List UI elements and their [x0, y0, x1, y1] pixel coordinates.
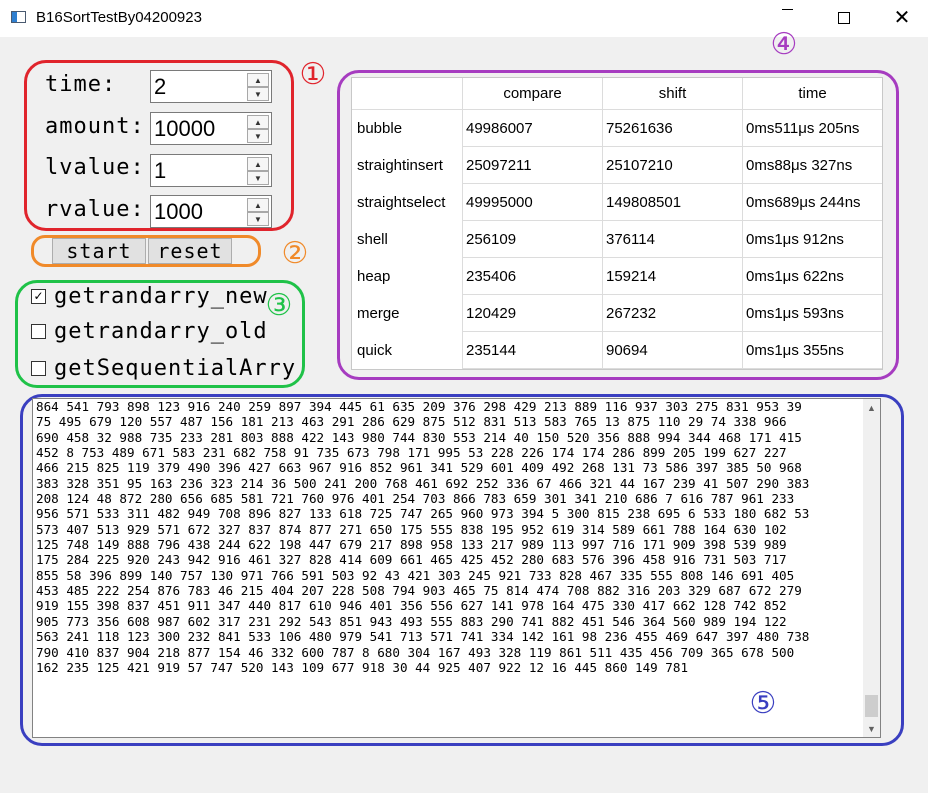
- rvalue-spinbox[interactable]: 1000 ▲ ▼: [150, 195, 272, 228]
- annotation-number-3: ③: [265, 288, 293, 323]
- cell-compare[interactable]: 235144: [463, 332, 603, 369]
- table-row: merge 120429 267232 0ms1μs 593ns: [352, 295, 882, 332]
- cell-time[interactable]: 0ms1μs 622ns: [743, 258, 882, 295]
- lvalue-spinbox[interactable]: 1 ▲ ▼: [150, 154, 272, 187]
- rvalue-label: rvalue:: [45, 197, 145, 222]
- time-decrement-button[interactable]: ▼: [247, 87, 269, 101]
- scrollbar-thumb[interactable]: [865, 695, 878, 717]
- annotation-number-1: ①: [299, 57, 327, 92]
- cell-time[interactable]: 0ms88μs 327ns: [743, 147, 882, 184]
- option-getsequentialarry[interactable]: getSequentialArry: [31, 356, 296, 381]
- cell-shift[interactable]: 75261636: [603, 110, 743, 147]
- table-row: straightselect 49995000 149808501 0ms689…: [352, 184, 882, 221]
- option-label: getrandarry_new: [54, 284, 268, 309]
- row-header: shell: [352, 221, 463, 258]
- time-increment-button[interactable]: ▲: [247, 73, 269, 87]
- app-window-icon: [11, 11, 26, 23]
- table-row: heap 235406 159214 0ms1μs 622ns: [352, 258, 882, 295]
- cell-time[interactable]: 0ms511μs 205ns: [743, 110, 882, 147]
- lvalue-label: lvalue:: [45, 155, 145, 180]
- annotation-number-2: ②: [281, 236, 309, 271]
- time-value[interactable]: 2: [154, 74, 166, 100]
- cell-compare[interactable]: 49986007: [463, 110, 603, 147]
- rvalue-decrement-button[interactable]: ▼: [247, 212, 269, 226]
- lvalue-decrement-button[interactable]: ▼: [247, 171, 269, 185]
- maximize-icon: [838, 11, 850, 24]
- checkbox[interactable]: [31, 324, 46, 339]
- cell-shift[interactable]: 159214: [603, 258, 743, 295]
- row-header: straightselect: [352, 184, 463, 221]
- row-header: quick: [352, 332, 463, 369]
- cell-time[interactable]: 0ms1μs 912ns: [743, 221, 882, 258]
- window-title: B16SortTestBy04200923: [36, 9, 202, 26]
- lvalue-increment-button[interactable]: ▲: [247, 157, 269, 171]
- arrow-down-icon: ▼: [254, 89, 262, 99]
- scroll-down-icon[interactable]: ▼: [863, 720, 880, 737]
- results-table[interactable]: compare shift time bubble 49986007 75261…: [351, 77, 883, 370]
- close-icon: ✕: [893, 6, 911, 29]
- rvalue-increment-button[interactable]: ▲: [247, 198, 269, 212]
- amount-spinbox[interactable]: 10000 ▲ ▼: [150, 112, 272, 145]
- table-row: shell 256109 376114 0ms1μs 912ns: [352, 221, 882, 258]
- arrow-down-icon: ▼: [254, 173, 262, 183]
- cell-shift[interactable]: 376114: [603, 221, 743, 258]
- cell-compare[interactable]: 256109: [463, 221, 603, 258]
- checkbox[interactable]: [31, 361, 46, 376]
- table-row: straightinsert 25097211 25107210 0ms88μs…: [352, 147, 882, 184]
- arrow-up-icon: ▲: [254, 117, 262, 127]
- row-header: bubble: [352, 110, 463, 147]
- option-getrandarry-new[interactable]: ✓ getrandarry_new: [31, 284, 268, 309]
- time-label: time:: [45, 72, 117, 97]
- option-label: getSequentialArry: [54, 356, 297, 381]
- scroll-up-icon[interactable]: ▲: [863, 399, 880, 416]
- arrow-up-icon: ▲: [254, 200, 262, 210]
- cell-time[interactable]: 0ms1μs 593ns: [743, 295, 882, 332]
- amount-label: amount:: [45, 114, 145, 139]
- checkbox[interactable]: ✓: [31, 289, 46, 304]
- amount-value[interactable]: 10000: [154, 116, 215, 142]
- table-row: bubble 49986007 75261636 0ms511μs 205ns: [352, 110, 882, 147]
- time-spinbox[interactable]: 2 ▲ ▼: [150, 70, 272, 103]
- row-header: heap: [352, 258, 463, 295]
- cell-shift[interactable]: 149808501: [603, 184, 743, 221]
- start-button[interactable]: start: [52, 238, 146, 264]
- reset-button[interactable]: reset: [148, 238, 232, 264]
- lvalue-value[interactable]: 1: [154, 158, 166, 184]
- arrow-up-icon: ▲: [254, 159, 262, 169]
- cell-compare[interactable]: 25097211: [463, 147, 603, 184]
- minimize-icon: [781, 9, 793, 10]
- option-getrandarry-old[interactable]: getrandarry_old: [31, 319, 268, 344]
- arrow-up-icon: ▲: [254, 75, 262, 85]
- cell-time[interactable]: 0ms1μs 355ns: [743, 332, 882, 369]
- cell-time[interactable]: 0ms689μs 244ns: [743, 184, 882, 221]
- maximize-button[interactable]: [821, 0, 867, 37]
- close-button[interactable]: ✕: [879, 0, 925, 37]
- amount-decrement-button[interactable]: ▼: [247, 129, 269, 143]
- cell-shift[interactable]: 90694: [603, 332, 743, 369]
- cell-shift[interactable]: 267232: [603, 295, 743, 332]
- option-label: getrandarry_old: [54, 319, 268, 344]
- row-header: merge: [352, 295, 463, 332]
- vertical-scrollbar[interactable]: ▲ ▼: [863, 399, 880, 737]
- rvalue-value[interactable]: 1000: [154, 199, 203, 225]
- table-corner: [352, 78, 463, 110]
- column-header-shift: shift: [603, 78, 743, 110]
- annotation-number-4: ④: [770, 27, 798, 62]
- column-header-time: time: [743, 78, 882, 110]
- arrow-down-icon: ▼: [254, 131, 262, 141]
- cell-compare[interactable]: 235406: [463, 258, 603, 295]
- table-row: quick 235144 90694 0ms1μs 355ns: [352, 332, 882, 369]
- amount-increment-button[interactable]: ▲: [247, 115, 269, 129]
- row-header: straightinsert: [352, 147, 463, 184]
- cell-shift[interactable]: 25107210: [603, 147, 743, 184]
- column-header-compare: compare: [463, 78, 603, 110]
- annotation-number-5: ⑤: [749, 686, 777, 721]
- output-text[interactable]: 864 541 793 898 123 916 240 259 897 394 …: [36, 399, 861, 675]
- cell-compare[interactable]: 49995000: [463, 184, 603, 221]
- arrow-down-icon: ▼: [254, 214, 262, 224]
- cell-compare[interactable]: 120429: [463, 295, 603, 332]
